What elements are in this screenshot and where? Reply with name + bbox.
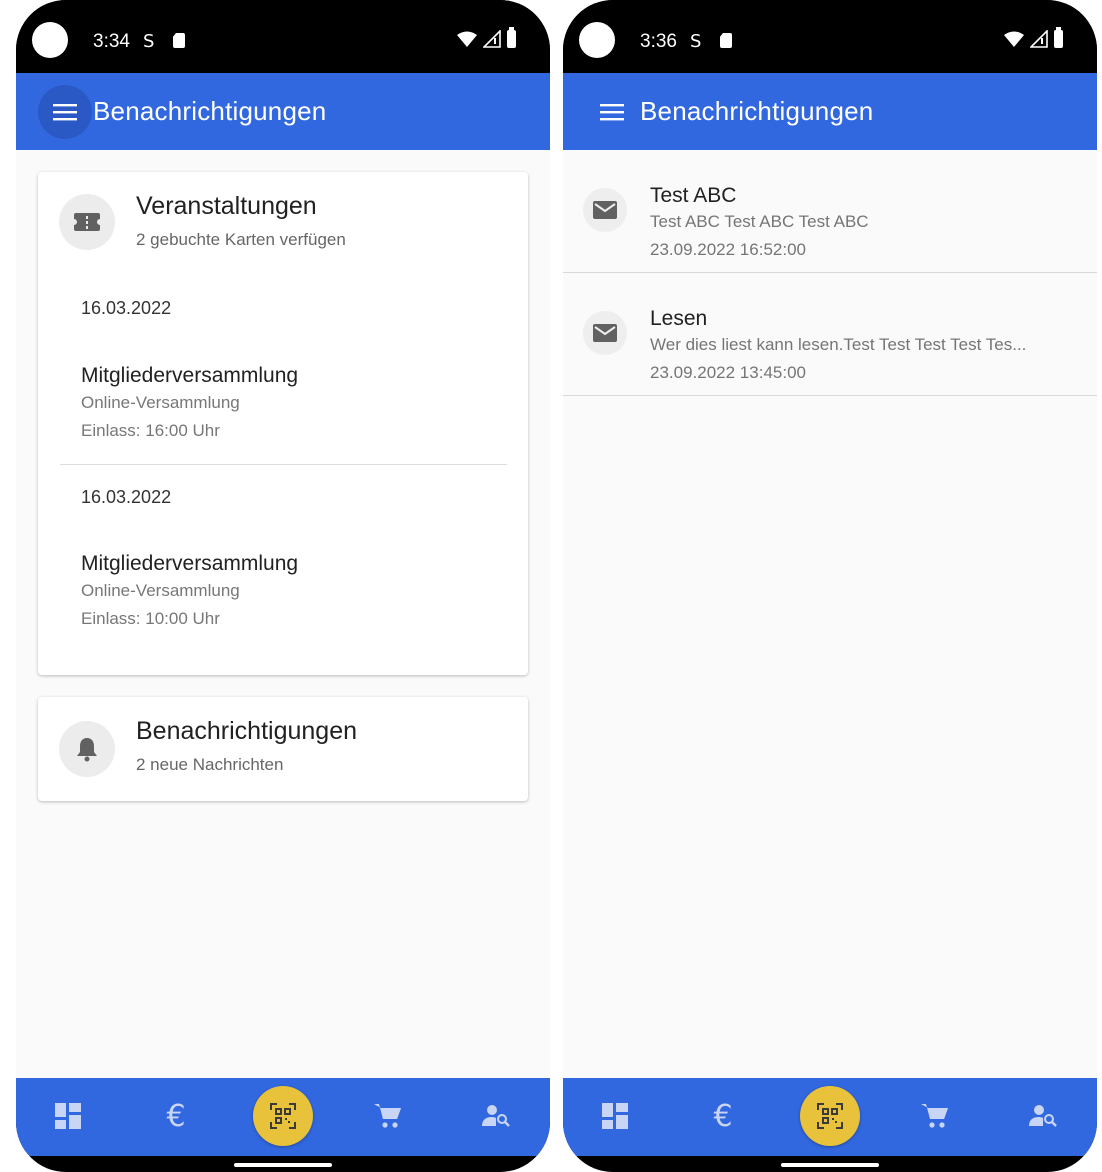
event-entry-time: Einlass: 10:00 Uhr <box>81 609 220 628</box>
mail-icon <box>593 201 617 219</box>
sd-card-icon <box>173 33 185 48</box>
qr-scan-icon <box>817 1103 843 1129</box>
bell-icon <box>77 738 97 762</box>
event-date: 16.03.2022 <box>81 487 172 507</box>
home-indicator[interactable] <box>234 1163 332 1167</box>
sync-status-icon: S <box>143 31 155 52</box>
message-date: 23.09.2022 13:45:00 <box>650 363 806 382</box>
ticket-icon-avatar <box>59 194 115 250</box>
sd-card-icon <box>720 33 732 48</box>
nav-payments[interactable]: € <box>156 1096 196 1136</box>
nav-shop[interactable] <box>915 1096 955 1136</box>
qr-scan-button[interactable] <box>253 1086 313 1146</box>
status-bar: 3:36 S <box>563 0 1097 73</box>
events-card[interactable]: Veranstaltungen 2 gebuchte Karten verfüg… <box>38 172 528 675</box>
message-date: 23.09.2022 16:52:00 <box>650 240 806 259</box>
sync-status-icon: S <box>690 31 702 52</box>
battery-icon <box>507 27 516 48</box>
qr-scan-button[interactable] <box>800 1086 860 1146</box>
home-indicator[interactable] <box>781 1163 879 1167</box>
content-area: Veranstaltungen 2 gebuchte Karten verfüg… <box>16 150 550 1078</box>
page-title: Benachrichtigungen <box>640 96 874 126</box>
bottom-navigation: € <box>563 1078 1097 1156</box>
bottom-navigation: € <box>16 1078 550 1156</box>
person-search-icon <box>1029 1105 1057 1127</box>
content-area: Test ABC Test ABC Test ABC Test ABC 23.0… <box>563 150 1097 1078</box>
nav-dashboard[interactable] <box>595 1096 635 1136</box>
signal-icon <box>1030 30 1048 48</box>
phone-screen-left: 3:34 S Benachrichtigungen Veranstaltunge… <box>16 0 550 1172</box>
status-time: 3:36 <box>640 31 677 52</box>
status-bar: 3:34 S <box>16 0 550 73</box>
cart-icon <box>374 1104 401 1128</box>
nav-shop[interactable] <box>368 1096 408 1136</box>
event-location: Online-Versammlung <box>81 581 240 600</box>
dashboard-icon <box>602 1103 628 1129</box>
camera-cutout <box>579 22 615 58</box>
euro-icon: € <box>166 1098 186 1134</box>
nav-dashboard[interactable] <box>48 1096 88 1136</box>
notifications-card-subtitle: 2 neue Nachrichten <box>136 755 284 774</box>
message-avatar <box>583 188 627 232</box>
menu-icon <box>600 104 624 121</box>
event-divider <box>60 464 507 465</box>
app-bar: Benachrichtigungen <box>16 73 550 150</box>
nav-profile[interactable] <box>1023 1096 1063 1136</box>
message-title: Lesen <box>650 307 708 330</box>
event-date: 16.03.2022 <box>81 298 172 318</box>
message-preview: Test ABC Test ABC Test ABC <box>650 212 869 231</box>
wifi-icon <box>457 31 477 47</box>
message-avatar <box>583 311 627 355</box>
cart-icon <box>921 1104 948 1128</box>
ticket-icon <box>74 213 100 231</box>
event-title[interactable]: Mitgliederversammlung <box>81 552 298 576</box>
mail-icon <box>593 324 617 342</box>
nav-payments[interactable]: € <box>703 1096 743 1136</box>
menu-button[interactable] <box>38 85 92 139</box>
nav-profile[interactable] <box>476 1096 516 1136</box>
notifications-card[interactable]: Benachrichtigungen 2 neue Nachrichten <box>38 697 528 801</box>
dashboard-icon <box>55 1103 81 1129</box>
event-title[interactable]: Mitgliederversammlung <box>81 364 298 388</box>
signal-icon <box>483 30 501 48</box>
notifications-card-title: Benachrichtigungen <box>136 717 357 745</box>
message-item[interactable]: Lesen Wer dies liest kann lesen.Test Tes… <box>563 273 1097 396</box>
events-card-subtitle: 2 gebuchte Karten verfügen <box>136 230 346 249</box>
event-entry-time: Einlass: 16:00 Uhr <box>81 421 220 440</box>
status-time: 3:34 <box>93 31 130 52</box>
events-card-title: Veranstaltungen <box>136 192 317 220</box>
message-item[interactable]: Test ABC Test ABC Test ABC Test ABC 23.0… <box>563 150 1097 273</box>
person-search-icon <box>482 1105 510 1127</box>
camera-cutout <box>32 22 68 58</box>
menu-icon <box>53 104 77 121</box>
bell-icon-avatar <box>59 721 115 777</box>
qr-scan-icon <box>270 1103 296 1129</box>
message-title: Test ABC <box>650 184 737 207</box>
message-preview: Wer dies liest kann lesen.Test Test Test… <box>650 335 1027 354</box>
app-bar: Benachrichtigungen <box>563 73 1097 150</box>
event-location: Online-Versammlung <box>81 393 240 412</box>
battery-icon <box>1054 27 1063 48</box>
phone-screen-right: 3:36 S Benachrichtigungen Test ABC Test … <box>563 0 1097 1172</box>
menu-button[interactable] <box>585 85 639 139</box>
wifi-icon <box>1004 31 1024 47</box>
euro-icon: € <box>713 1098 733 1134</box>
page-title: Benachrichtigungen <box>93 96 327 126</box>
